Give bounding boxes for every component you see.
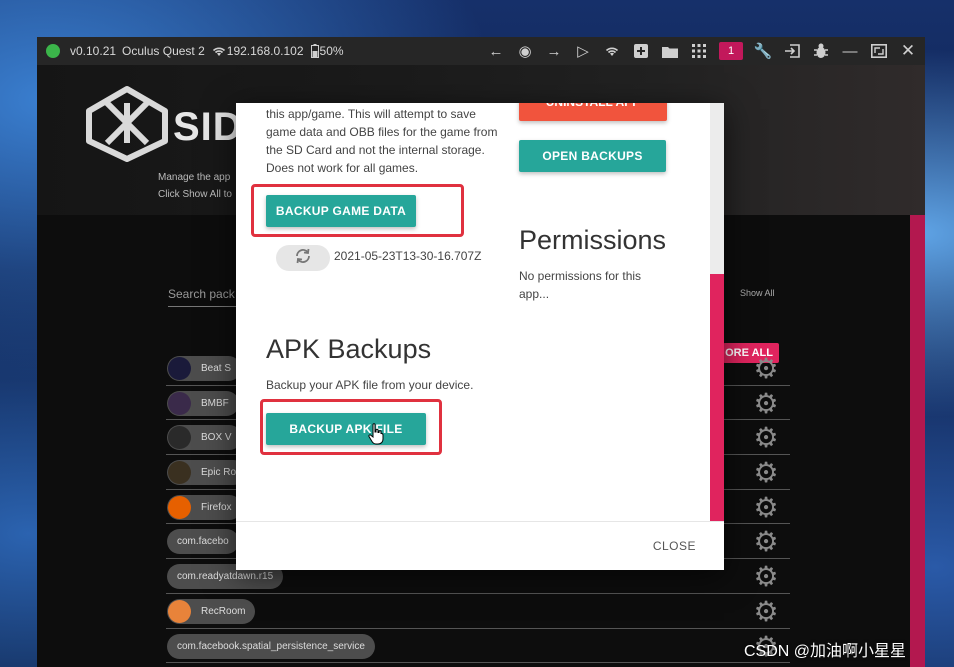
device-label: Oculus Quest 2 (122, 44, 205, 58)
package-row: RecRoom ⚙ (166, 594, 790, 629)
package-row: com.facebook.spatial_persistence_service… (166, 629, 790, 664)
permissions-text: No permissions for this app... (519, 269, 642, 301)
package-avatar-icon (168, 599, 191, 623)
package-label: com.readyatdawn.r15 (177, 571, 274, 583)
apk-backups-heading: APK Backups (266, 334, 432, 364)
sync-icon (294, 247, 312, 270)
package-chip[interactable]: Epic Ro (167, 460, 247, 486)
side-accent-bar (910, 215, 925, 667)
package-avatar-icon (168, 391, 191, 415)
folder-icon[interactable] (661, 42, 679, 60)
package-avatar-icon (168, 357, 191, 380)
package-label: RecRoom (201, 605, 246, 617)
cast-icon[interactable]: ▷ (574, 42, 592, 60)
header-description: Manage the app Click Show All to (158, 172, 232, 200)
gear-icon[interactable]: ⚙ (752, 597, 780, 626)
gear-icon[interactable]: ⚙ (752, 528, 780, 556)
package-avatar-icon (168, 495, 191, 519)
gear-icon[interactable]: ⚙ (752, 355, 780, 383)
ip-address-label: 192.168.0.102 (226, 44, 304, 58)
package-chip[interactable]: Firefox (167, 494, 242, 520)
exit-icon[interactable] (783, 42, 801, 60)
package-chip[interactable]: RecRoom (167, 598, 256, 624)
minimize-icon[interactable]: — (841, 42, 859, 60)
dialog-footer: CLOSE (236, 521, 724, 570)
connection-status-icon (46, 44, 60, 58)
package-label: BMBF (201, 397, 229, 409)
search-packages-input[interactable]: Search pack (168, 277, 238, 307)
show-all-toggle[interactable]: Show All (740, 288, 775, 298)
package-label: com.facebook.spatial_persistence_service (177, 640, 365, 652)
dialog-scrollbar-thumb[interactable] (710, 274, 724, 521)
package-chip[interactable]: BMBF (167, 390, 239, 416)
backup-description: this app/game. This will attempt to save… (266, 107, 498, 175)
notification-badge[interactable]: 1 (719, 42, 743, 60)
permissions-heading: Permissions (519, 225, 667, 255)
close-dialog-button[interactable]: CLOSE (653, 539, 696, 553)
backup-game-data-button[interactable]: BACKUP GAME DATA (266, 195, 416, 227)
package-label: com.facebo (177, 536, 229, 548)
gear-icon[interactable]: ⚙ (752, 459, 780, 487)
package-label: Firefox (201, 501, 232, 513)
package-avatar-icon (168, 426, 191, 450)
gear-icon[interactable]: ⚙ (752, 389, 780, 418)
package-chip[interactable]: Beat S (167, 356, 242, 381)
close-icon[interactable]: ✕ (899, 41, 917, 60)
package-avatar-icon (168, 461, 191, 485)
uninstall-app-button[interactable]: UNINSTALL APP (519, 103, 667, 121)
maximize-icon[interactable] (870, 42, 888, 60)
gear-icon[interactable]: ⚙ (752, 563, 780, 591)
backup-timestamp: 2021-05-23T13-30-16.707Z (334, 249, 482, 263)
grid-icon[interactable] (690, 42, 708, 60)
globe-icon[interactable]: ◉ (516, 42, 534, 60)
package-label: BOX V (201, 432, 232, 444)
gear-icon[interactable]: ⚙ (752, 424, 780, 452)
package-label: Beat S (201, 363, 232, 374)
package-chip[interactable]: com.facebook.spatial_persistence_service (167, 633, 375, 659)
logo-text: SID (173, 105, 243, 149)
package-label: Epic Ro (201, 467, 237, 479)
toolbar-icons: ← ◉ → ▷ 1 🔧 — ✕ (487, 37, 917, 65)
sidequest-logo-icon (86, 86, 168, 162)
package-chip[interactable]: com.facebo (167, 529, 239, 555)
bug-icon[interactable] (812, 42, 830, 60)
battery-icon (310, 42, 320, 60)
wifi-icon (211, 42, 227, 60)
package-chip[interactable]: BOX V (167, 425, 242, 451)
csdn-watermark: CSDN @加油啊小星星 (744, 643, 907, 660)
wifi-toggle-icon[interactable] (603, 42, 621, 60)
restore-backup-button[interactable] (276, 245, 330, 271)
gear-icon[interactable]: ⚙ (752, 493, 780, 522)
version-label: v0.10.21 (70, 44, 117, 58)
app-options-dialog: this app/game. This will attempt to save… (236, 103, 724, 570)
wrench-icon[interactable]: 🔧 (754, 42, 773, 60)
title-bar: v0.10.21 Oculus Quest 2 192.168.0.102 50… (37, 37, 925, 65)
hand-cursor-icon (368, 423, 384, 445)
add-box-icon[interactable] (632, 42, 650, 60)
open-backups-button[interactable]: OPEN BACKUPS (519, 140, 666, 172)
apk-backups-description: Backup your APK file from your device. (266, 378, 474, 392)
backup-apk-file-button[interactable]: BACKUP APK FILE (266, 413, 426, 445)
arrow-right-icon[interactable]: → (545, 42, 563, 60)
battery-label: 50% (319, 44, 344, 58)
arrow-left-icon[interactable]: ← (487, 42, 505, 60)
